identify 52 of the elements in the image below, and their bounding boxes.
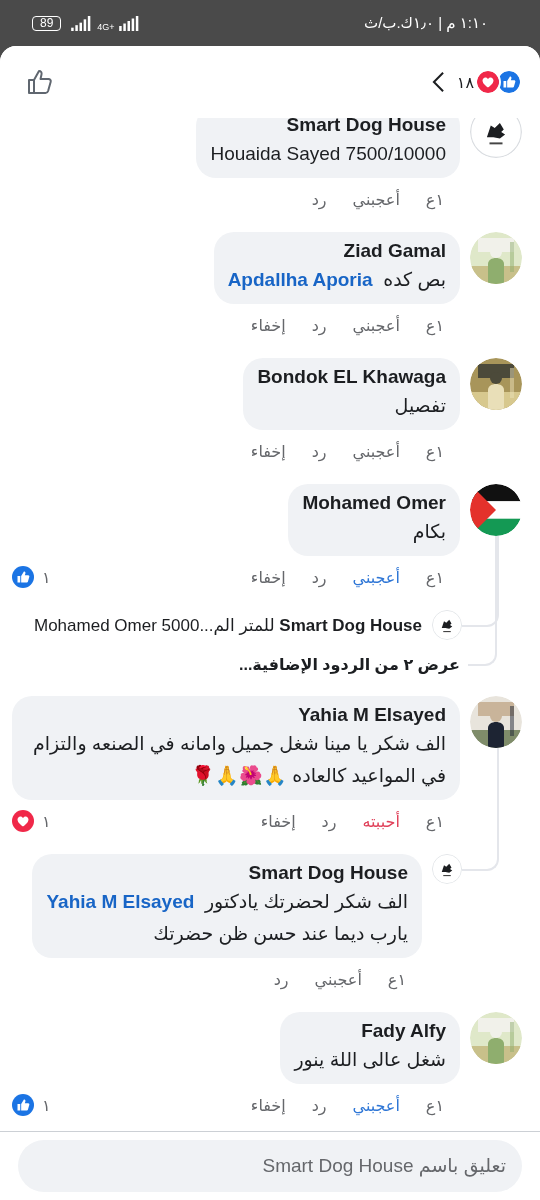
comment-time: ١ع (387, 969, 406, 989)
mention-link[interactable]: Apdallha Aporia (227, 269, 373, 290)
hide-button[interactable]: إخفاء (250, 315, 286, 335)
comment-text: بكام (411, 520, 446, 545)
comment-time: ١ع (425, 811, 444, 831)
signal-icon (118, 15, 141, 31)
reaction-count: ١ (42, 1095, 51, 1115)
reply-button[interactable]: رد (311, 189, 327, 209)
status-time: ١:١٠ م | ١٫٠ك.ب/ث (364, 14, 488, 32)
reply-button[interactable]: رد (311, 567, 327, 587)
like-button[interactable]: أعجبني (352, 315, 400, 335)
like-outline-icon[interactable] (26, 68, 54, 96)
author-name: Mohamed Omer (302, 491, 446, 515)
comment-text: الف شكر يا مينا شغل جميل وامانه في الصنعه والتزام في المواعيد كالعاده 🙏🌺🙏🌹 (32, 732, 446, 789)
like-button[interactable]: أعجبني (314, 969, 362, 989)
reply-button[interactable]: رد (321, 811, 337, 831)
reply-button[interactable]: رد (311, 315, 327, 335)
like-button[interactable]: أحببته (362, 811, 400, 831)
reply-button[interactable]: رد (311, 1095, 327, 1115)
battery-level: 89 (32, 15, 62, 31)
hide-button[interactable]: إخفاء (260, 811, 296, 831)
comment-time: ١ع (425, 441, 444, 461)
hide-button[interactable]: إخفاء (250, 567, 286, 587)
back-icon[interactable] (431, 71, 445, 93)
like-button[interactable]: أعجبني (352, 189, 400, 209)
reaction-count: ١ (42, 567, 51, 587)
network-type: 4G+ (97, 22, 115, 32)
comment-time: ١ع (425, 567, 444, 587)
author-name: Bondok EL Khawaga (257, 365, 446, 389)
author-name: Ziad Gamal (342, 239, 446, 263)
comment-text: تفصيل (393, 394, 446, 418)
like-button[interactable]: أعجبني (352, 441, 400, 461)
comment-text: شغل عالى اللة ينور (294, 1048, 446, 1073)
author-name: Yahia M Elsayed (297, 703, 446, 727)
like-button[interactable]: أعجبني (352, 1095, 400, 1115)
comment-input[interactable]: تعليق باسم Smart Dog House (18, 1140, 522, 1192)
more-replies-link[interactable]: عرض ٢ من الردود الإضافية... (239, 654, 460, 674)
hide-button[interactable]: إخفاء (250, 1095, 286, 1115)
mention-link[interactable]: Yahia M Elsayed (46, 891, 195, 912)
reply-button[interactable]: رد (311, 441, 327, 461)
reaction-count: ١ (42, 811, 51, 831)
reaction-total: ١٨ (456, 72, 474, 92)
comment-time: ١ع (425, 1095, 444, 1115)
author-name: Fady Alfy (360, 1019, 446, 1043)
author-name: Smart Dog House (285, 118, 446, 137)
author-name: Smart Dog House (247, 861, 408, 885)
comment-time: ١ع (425, 189, 444, 209)
reply-button[interactable]: رد (273, 969, 289, 989)
comment-text: Houaida Sayed 7500/10000 (210, 142, 446, 166)
hide-button[interactable]: إخفاء (250, 441, 286, 461)
comment-time: ١ع (425, 315, 444, 335)
like-button[interactable]: أعجبني (352, 567, 400, 587)
